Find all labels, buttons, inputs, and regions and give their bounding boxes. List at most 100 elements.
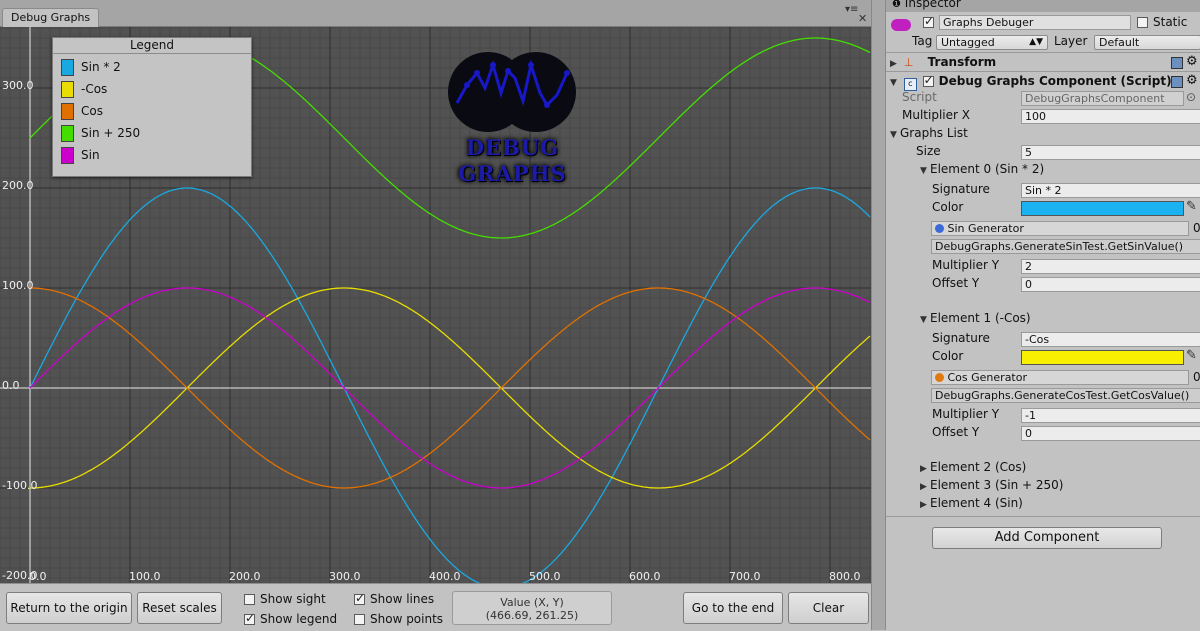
y-tick-label: 0.0 xyxy=(2,379,20,392)
legend-swatch xyxy=(61,59,74,76)
window-tabbar: Debug Graphs ▾≡ ✕ xyxy=(0,0,874,27)
color-field[interactable] xyxy=(1021,201,1184,216)
size-field[interactable]: 5 xyxy=(1021,145,1200,160)
target-icon[interactable]: ⊙ xyxy=(1186,90,1196,104)
eyedropper-icon[interactable]: ✎ xyxy=(1186,199,1197,214)
multiplier-y-label: Multiplier Y xyxy=(932,258,1000,272)
legend-swatch xyxy=(61,147,74,164)
book-icon[interactable] xyxy=(1171,57,1183,69)
offset-y-field[interactable]: 0 xyxy=(1021,277,1200,292)
book-icon[interactable] xyxy=(1171,76,1183,88)
chevron-down-icon: ▼ xyxy=(920,166,927,176)
separator xyxy=(886,516,1200,517)
gear-icon[interactable]: ⚙ xyxy=(1186,73,1198,88)
x-tick-label: 300.0 xyxy=(329,570,361,583)
eyedropper-icon[interactable]: ✎ xyxy=(1186,348,1197,363)
tag-label: Tag xyxy=(912,34,933,48)
menu-icon[interactable]: ▾≡ xyxy=(845,4,858,15)
tab-debug-graphs[interactable]: Debug Graphs xyxy=(2,8,100,27)
static-checkbox[interactable] xyxy=(1137,17,1148,28)
show-lines-label: Show lines xyxy=(370,592,435,606)
show-legend-toggle[interactable]: Show legend xyxy=(244,611,337,628)
graphs-list-foldout[interactable]: ▼ Graphs List xyxy=(890,126,968,140)
element-4-foldout[interactable]: ▶ Element 4 (Sin) xyxy=(920,496,1023,510)
multiplier-y-field[interactable]: 2 xyxy=(1021,259,1200,274)
legend-swatch xyxy=(61,81,74,98)
graph-toolbar: Return to the origin Reset scales Show s… xyxy=(0,583,871,631)
graph-canvas[interactable]: 300.0 200.0 100.0 0.0 -100.0 -200.0 0.0 100.0 20… xyxy=(0,27,871,583)
signature-label: Signature xyxy=(932,182,990,196)
x-tick-label: 400.0 xyxy=(429,570,461,583)
layer-dropdown[interactable]: Default xyxy=(1094,35,1200,50)
multiplier-y-label: Multiplier Y xyxy=(932,407,1000,421)
transform-title: Transform xyxy=(927,55,997,69)
transform-icon: ⊥ xyxy=(903,56,914,69)
transform-foldout[interactable]: ▶ ⊥ Transform xyxy=(890,55,996,69)
multiplier-x-label: Multiplier X xyxy=(902,108,970,122)
multiplier-x-field[interactable]: 100 xyxy=(1021,109,1200,124)
dropdown-arrow-icon: ▲▼ xyxy=(1029,37,1043,47)
gameobject-icon xyxy=(891,19,911,31)
generator-icon xyxy=(935,224,944,233)
object-name-field[interactable]: Graphs Debuger xyxy=(939,15,1131,30)
color-field[interactable] xyxy=(1021,350,1184,365)
gear-icon[interactable]: ⚙ xyxy=(1186,54,1198,69)
return-to-origin-button[interactable]: Return to the origin xyxy=(6,592,132,624)
legend: Legend Sin * 2 -Cos Cos Sin + 250 Sin xyxy=(52,37,252,177)
separator xyxy=(886,52,1200,53)
info-icon: ❶ xyxy=(892,0,901,10)
y-tick-label: 100.0 xyxy=(2,279,34,292)
add-component-button[interactable]: Add Component xyxy=(932,527,1162,549)
signature-field[interactable]: -Cos xyxy=(1021,332,1200,347)
legend-label: Sin * 2 xyxy=(81,60,121,74)
color-label: Color xyxy=(932,349,964,363)
x-tick-label: 0.0 xyxy=(29,570,47,583)
component-enabled-checkbox[interactable] xyxy=(922,73,934,87)
inspector-tabbar: ❶ Inspector xyxy=(886,0,1200,12)
show-sight-checkbox[interactable] xyxy=(244,594,255,605)
tag-dropdown[interactable]: Untagged ▲▼ xyxy=(936,35,1048,50)
close-icon[interactable]: ✕ xyxy=(858,12,867,25)
element-1-foldout[interactable]: ▼ Element 1 (-Cos) xyxy=(920,311,1031,325)
legend-label: Cos xyxy=(81,104,103,118)
show-lines-checkbox[interactable] xyxy=(354,591,365,605)
tab-inspector[interactable]: ❶ Inspector xyxy=(892,0,961,10)
method-field[interactable]: DebugGraphs.GenerateCosTest.GetCosValue(… xyxy=(931,388,1200,403)
static-toggle[interactable]: Static xyxy=(1137,15,1187,31)
legend-label: -Cos xyxy=(81,82,108,96)
component-foldout[interactable]: ▼ c Debug Graphs Component (Script) xyxy=(890,73,1172,91)
reset-scales-button[interactable]: Reset scales xyxy=(137,592,222,624)
y-tick-label: 300.0 xyxy=(2,79,34,92)
signature-field[interactable]: Sin * 2 xyxy=(1021,183,1200,198)
method-field[interactable]: DebugGraphs.GenerateSinTest.GetSinValue(… xyxy=(931,239,1200,254)
value-title: Value (X, Y) xyxy=(500,596,564,609)
element-2-foldout[interactable]: ▶ Element 2 (Cos) xyxy=(920,460,1026,474)
clear-button[interactable]: Clear xyxy=(788,592,869,624)
active-checkbox[interactable] xyxy=(923,14,934,28)
show-points-label: Show points xyxy=(370,612,444,626)
x-tick-label: 800.0 xyxy=(829,570,861,583)
go-to-end-button[interactable]: Go to the end xyxy=(683,592,783,624)
component-title: Debug Graphs Component (Script) xyxy=(938,74,1172,88)
chevron-right-icon: ▶ xyxy=(920,500,927,510)
value-text: (466.69, 261.25) xyxy=(485,609,579,622)
color-label: Color xyxy=(932,200,964,214)
show-points-checkbox[interactable] xyxy=(354,614,365,625)
panel-splitter[interactable] xyxy=(871,0,886,630)
show-points-toggle[interactable]: Show points xyxy=(354,612,443,628)
generator-field[interactable]: Sin Generator xyxy=(931,221,1189,236)
multiplier-y-field[interactable]: -1 xyxy=(1021,408,1200,423)
x-tick-label: 500.0 xyxy=(529,570,561,583)
show-sight-toggle[interactable]: Show sight xyxy=(244,592,326,608)
layer-label: Layer xyxy=(1054,34,1088,48)
generator-field[interactable]: Cos Generator xyxy=(931,370,1189,385)
element-0-foldout[interactable]: ▼ Element 0 (Sin * 2) xyxy=(920,162,1044,176)
script-label: Script xyxy=(902,90,937,104)
chevron-down-icon: ▼ xyxy=(890,130,897,140)
signature-label: Signature xyxy=(932,331,990,345)
show-lines-toggle[interactable]: Show lines xyxy=(354,591,435,608)
offset-y-field[interactable]: 0 xyxy=(1021,426,1200,441)
element-3-foldout[interactable]: ▶ Element 3 (Sin + 250) xyxy=(920,478,1063,492)
show-legend-checkbox[interactable] xyxy=(244,611,255,625)
value-readout: Value (X, Y) (466.69, 261.25) xyxy=(452,591,612,625)
